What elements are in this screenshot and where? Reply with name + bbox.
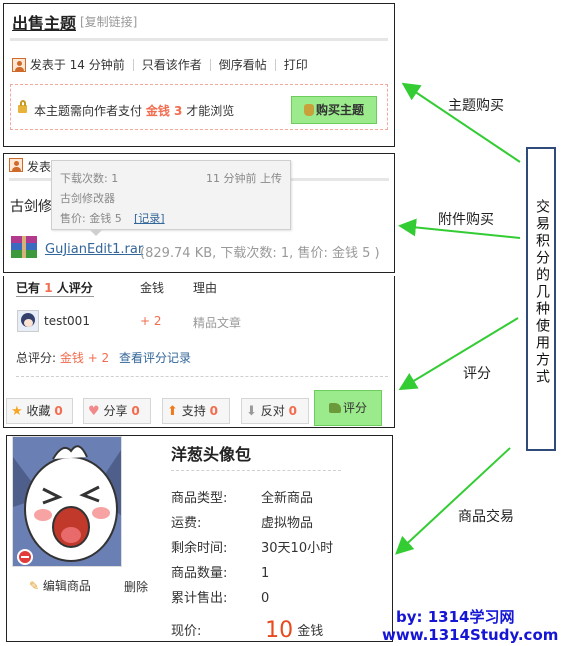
arrow-rate — [398, 317, 519, 391]
arrow-buy-topic — [401, 82, 521, 163]
arrow-trade — [395, 447, 511, 555]
arrow-attach — [398, 218, 521, 239]
credit-url: www.1314Study.com — [382, 626, 559, 644]
annotation-arrows — [395, 82, 521, 555]
credit-by: by: 1314学习网 — [396, 608, 515, 626]
